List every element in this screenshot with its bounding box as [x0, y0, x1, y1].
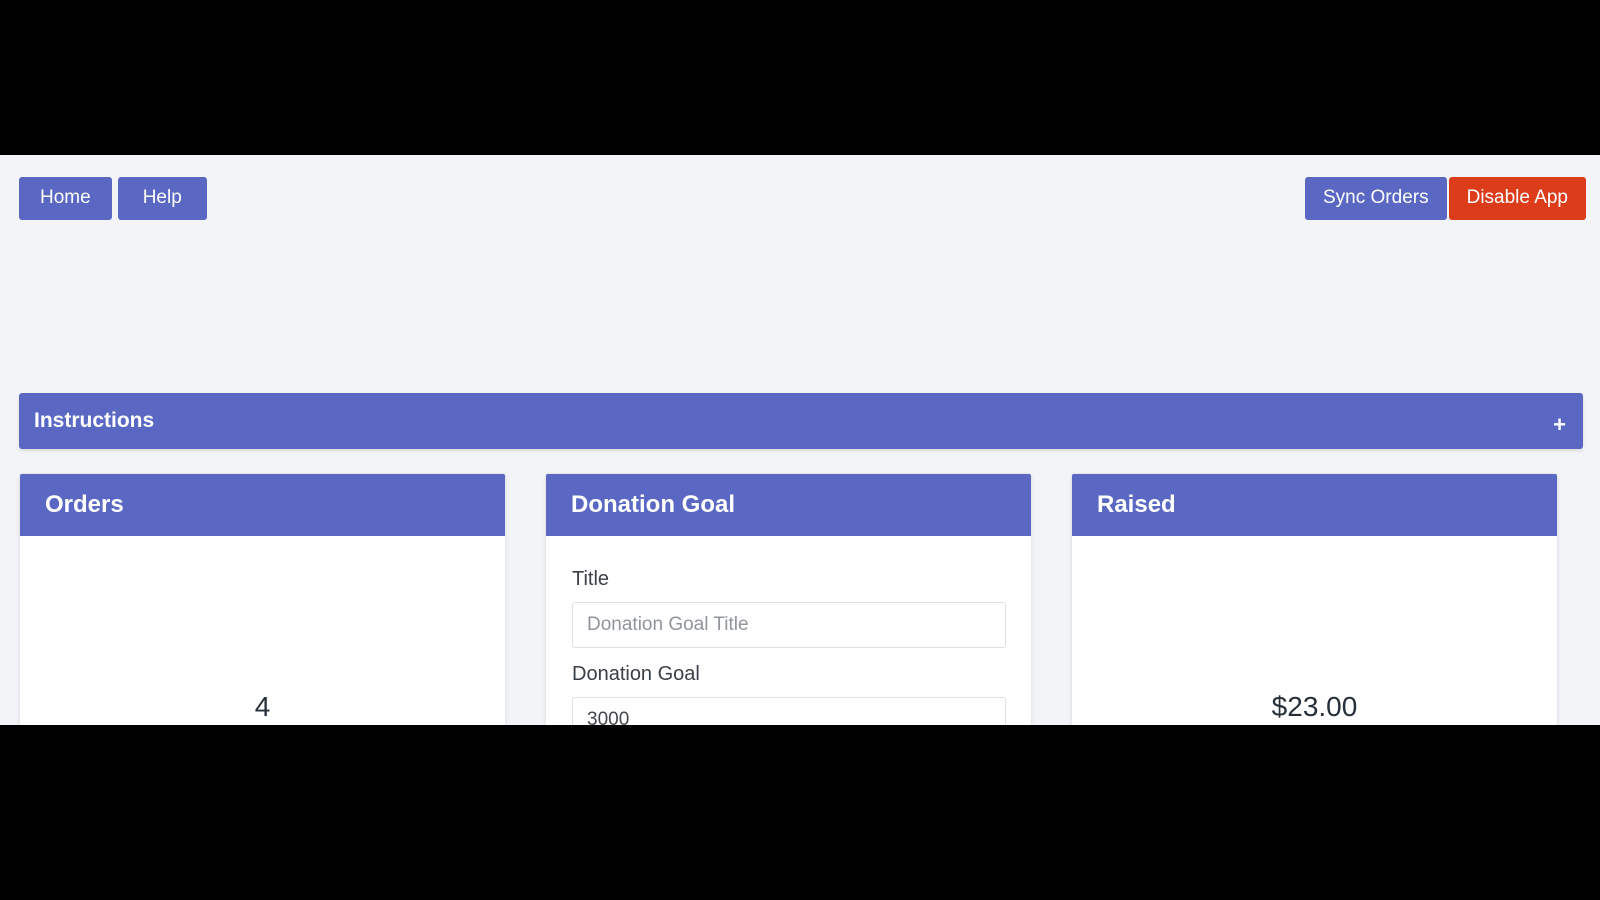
raised-card-title: Raised — [1097, 491, 1176, 518]
raised-card-header: Raised — [1072, 474, 1557, 536]
raised-card-body: $23.00 — [1072, 536, 1557, 725]
browser-viewport: Home Help Sync Orders Disable App Instru… — [0, 155, 1600, 725]
nav-home-button[interactable]: Home — [19, 177, 112, 220]
navbar-right-group: Sync Orders Disable App — [1305, 177, 1586, 220]
donation-goal-input[interactable] — [572, 697, 1006, 725]
donation-goal-form: Title Donation Goal Reset Save — [546, 536, 1031, 725]
orders-card-body: 4 — [20, 536, 505, 725]
instructions-panel-header[interactable]: Instructions + — [19, 393, 1583, 449]
donation-goal-card-header: Donation Goal — [546, 474, 1031, 536]
plus-icon[interactable]: + — [1553, 414, 1566, 436]
dashboard-card-row: Orders 4 Donation Goal Title Donation Go… — [19, 473, 1583, 725]
nav-help-button[interactable]: Help — [117, 177, 207, 220]
instructions-title: Instructions — [34, 409, 155, 432]
orders-card-title: Orders — [45, 491, 124, 518]
raised-amount-value: $23.00 — [1271, 690, 1358, 722]
donation-title-input[interactable] — [572, 602, 1006, 648]
goal-field-label: Donation Goal — [572, 663, 700, 685]
orders-card: Orders 4 — [19, 473, 506, 725]
donation-goal-card: Donation Goal Title Donation Goal Reset … — [545, 473, 1032, 725]
navbar-left-group: Home Help — [19, 177, 207, 220]
disable-app-button[interactable]: Disable App — [1448, 177, 1586, 220]
orders-count-value: 4 — [254, 690, 271, 722]
orders-card-header: Orders — [20, 474, 505, 536]
top-navbar: Home Help Sync Orders Disable App — [0, 155, 1600, 228]
donation-goal-card-title: Donation Goal — [571, 491, 735, 518]
field-spacer — [572, 648, 1005, 663]
raised-card: Raised $23.00 — [1071, 473, 1558, 725]
title-field-label: Title — [572, 568, 610, 590]
sync-orders-button[interactable]: Sync Orders — [1305, 177, 1447, 220]
